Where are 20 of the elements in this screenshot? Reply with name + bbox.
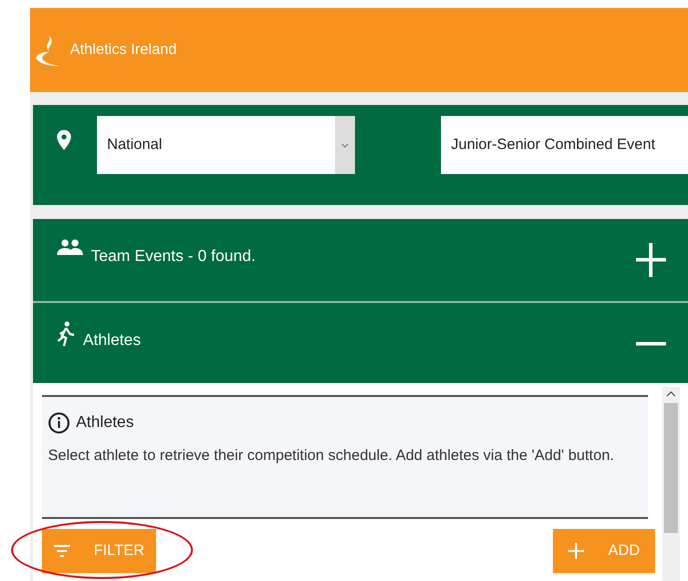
logo-text: Athletics Ireland (70, 40, 177, 60)
location-select[interactable]: National (97, 116, 355, 174)
section-title: Athletes (83, 331, 142, 351)
filter-icon (54, 545, 70, 557)
scroll-up-icon[interactable] (666, 391, 676, 397)
location-pin-icon (57, 130, 71, 150)
scroll-thumb[interactable] (664, 403, 678, 533)
plus-icon (636, 243, 666, 277)
section-title: Team Events - 0 found. (91, 247, 257, 267)
people-icon (57, 239, 83, 255)
info-icon (48, 412, 70, 434)
runner-icon (57, 321, 75, 347)
event-field[interactable]: Junior-Senior Combined Event (441, 116, 688, 174)
info-title: Athletes (76, 413, 134, 433)
info-text: Select athlete to retrieve their competition schedule. Add athletes via the 'Add' button. (48, 446, 616, 466)
scrollbar[interactable] (662, 387, 680, 581)
minus-icon (636, 342, 666, 346)
section-header[interactable]: Team Events - 0 found. (33, 219, 688, 301)
plus-icon (568, 543, 584, 559)
chevron-icon (341, 142, 349, 148)
